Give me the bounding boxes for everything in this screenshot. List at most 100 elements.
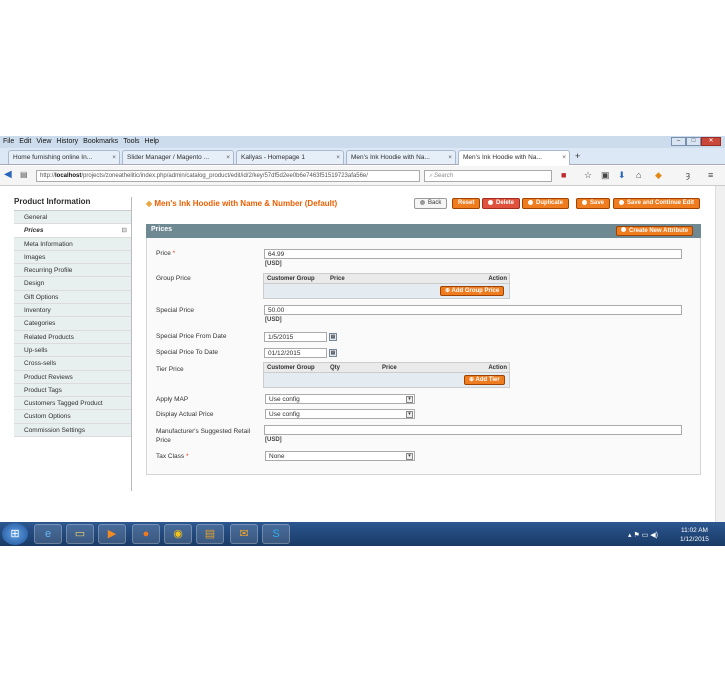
calendar-icon[interactable]: ▦ bbox=[329, 349, 337, 357]
msrp-label: Manufacturer's Suggested Retail Price bbox=[156, 428, 251, 444]
reset-button[interactable]: Reset bbox=[452, 198, 481, 209]
close-tab-icon[interactable]: × bbox=[336, 154, 340, 161]
delete-button[interactable]: Delete bbox=[482, 198, 521, 209]
network-icon[interactable]: ▭ bbox=[642, 532, 649, 539]
close-tab-icon[interactable]: × bbox=[562, 154, 566, 161]
close-tab-icon[interactable]: × bbox=[448, 154, 452, 161]
chevron-up-icon[interactable]: ▴ bbox=[628, 532, 632, 539]
url-bar[interactable]: http://localhost/projects/zoneathelitic/… bbox=[36, 170, 420, 182]
sidebar-item-product-tags[interactable]: Product Tags bbox=[14, 383, 131, 398]
price-currency: [USD] bbox=[265, 261, 282, 267]
tab-hoodie-active[interactable]: Men's Ink Hoodie with Na... × bbox=[458, 150, 570, 165]
flag-icon[interactable]: ⚑ bbox=[633, 532, 639, 539]
back-arrow-icon[interactable]: ◀ bbox=[4, 169, 12, 180]
sidebar-item-related-products[interactable]: Related Products bbox=[14, 330, 131, 344]
close-tab-icon[interactable]: × bbox=[226, 154, 230, 161]
close-tab-icon[interactable]: × bbox=[112, 154, 116, 161]
tab-bar: Home furnishing online In... × Slider Man… bbox=[0, 148, 725, 165]
new-tab-button[interactable]: + bbox=[575, 151, 580, 161]
group-price-label: Group Price bbox=[156, 275, 191, 282]
ie-icon[interactable]: e bbox=[34, 524, 62, 544]
menu-edit[interactable]: Edit bbox=[19, 138, 31, 145]
sidebar-item-images[interactable]: Images bbox=[14, 250, 131, 265]
special-from-label: Special Price From Date bbox=[156, 333, 227, 340]
price-label: Price * bbox=[156, 250, 176, 257]
add-tier-button[interactable]: ⊕ Add Tier bbox=[464, 375, 505, 385]
collapse-toggle-icon[interactable]: ⊟ bbox=[122, 224, 127, 237]
sidebar-item-up-sells[interactable]: Up-sells bbox=[14, 343, 131, 358]
explorer-icon[interactable]: ▭ bbox=[66, 524, 94, 544]
sidebar-item-categories[interactable]: Categories bbox=[14, 317, 131, 331]
tab-kallyas[interactable]: Kallyas - Homepage 1 × bbox=[236, 150, 344, 164]
save-continue-button[interactable]: Save and Continue Edit bbox=[613, 198, 701, 209]
winrar-icon[interactable]: ▤ bbox=[196, 524, 224, 544]
tier-price-label: Tier Price bbox=[156, 366, 184, 373]
page-scrollbar[interactable] bbox=[715, 186, 725, 522]
menu-history[interactable]: History bbox=[56, 138, 78, 145]
sidebar-item-inventory[interactable]: Inventory bbox=[14, 304, 131, 318]
menu-view[interactable]: View bbox=[36, 138, 51, 145]
sidebar-item-prices[interactable]: Prices ⊟ bbox=[14, 224, 131, 238]
extension-icon[interactable]: ◆ bbox=[655, 170, 662, 181]
special-to-input[interactable]: 01/12/2015 bbox=[264, 348, 327, 358]
maximize-button[interactable]: □ bbox=[686, 137, 701, 146]
bookmarks-list-icon[interactable]: ▣ bbox=[601, 170, 610, 181]
tax-class-select[interactable]: None ▾ bbox=[265, 451, 415, 461]
tab-home-furnishing[interactable]: Home furnishing online In... × bbox=[8, 150, 120, 164]
start-button[interactable]: ⊞ bbox=[2, 523, 28, 545]
sidebar-item-product-reviews[interactable]: Product Reviews bbox=[14, 370, 131, 384]
volume-icon[interactable]: ◀) bbox=[650, 532, 658, 539]
chrome-icon[interactable]: ◉ bbox=[164, 524, 192, 544]
apply-map-select[interactable]: Use config ▾ bbox=[265, 394, 415, 404]
save-button[interactable]: Save bbox=[576, 198, 611, 209]
pocket-icon[interactable]: ȝ bbox=[686, 170, 690, 180]
sidebar-item-cross-sells[interactable]: Cross-sells bbox=[14, 357, 131, 371]
sidebar-item-custom-options[interactable]: Custom Options bbox=[14, 410, 131, 424]
system-clock[interactable]: 11:02 AM 1/12/2015 bbox=[680, 526, 709, 544]
display-actual-label: Display Actual Price bbox=[156, 411, 214, 418]
duplicate-button[interactable]: Duplicate bbox=[522, 198, 570, 209]
sidebar-item-design[interactable]: Design bbox=[14, 277, 131, 291]
price-input[interactable]: 64.99 bbox=[264, 249, 682, 259]
home-icon[interactable]: ⌂ bbox=[636, 170, 641, 180]
sidebar-item-gift-options[interactable]: Gift Options bbox=[14, 290, 131, 305]
msrp-input[interactable] bbox=[264, 425, 682, 435]
tab-slider-manager[interactable]: Slider Manager / Magento ... × bbox=[122, 150, 234, 164]
menu-help[interactable]: Help bbox=[145, 138, 159, 145]
download-icon[interactable]: ⬇ bbox=[618, 170, 626, 181]
sidebar-item-general[interactable]: General bbox=[14, 211, 131, 225]
add-group-price-button[interactable]: ⊕ Add Group Price bbox=[440, 286, 505, 296]
close-window-button[interactable]: ✕ bbox=[701, 137, 721, 146]
menu-tools[interactable]: Tools bbox=[123, 138, 139, 145]
bookmark-star-icon[interactable]: ☆ bbox=[584, 170, 592, 181]
addon-icon[interactable]: ■ bbox=[561, 170, 566, 180]
firefox-icon[interactable]: ● bbox=[132, 524, 160, 544]
sidebar-item-customers-tagged[interactable]: Customers Tagged Product bbox=[14, 397, 131, 411]
create-attribute-button[interactable]: Create New Attribute bbox=[616, 226, 694, 236]
sidebar-item-recurring-profile[interactable]: Recurring Profile bbox=[14, 264, 131, 278]
browser-search-input[interactable]: ⌕ Search bbox=[424, 170, 552, 182]
special-price-input[interactable]: 50.00 bbox=[264, 305, 682, 315]
special-from-input[interactable]: 1/5/2015 bbox=[264, 332, 327, 342]
special-price-label: Special Price bbox=[156, 307, 194, 314]
display-actual-select[interactable]: Use config ▾ bbox=[265, 409, 415, 419]
sidebar-item-commission-settings[interactable]: Commission Settings bbox=[14, 423, 131, 438]
delete-icon bbox=[488, 199, 493, 205]
skype-icon[interactable]: S bbox=[262, 524, 290, 544]
product-icon: ◈ bbox=[146, 199, 153, 208]
media-player-icon[interactable]: ▶ bbox=[98, 524, 126, 544]
reader-icon[interactable]: ▤ bbox=[20, 170, 28, 179]
chevron-down-icon: ▾ bbox=[406, 453, 413, 460]
tab-hoodie-1[interactable]: Men's Ink Hoodie with Na... × bbox=[346, 150, 456, 164]
outlook-icon[interactable]: ✉ bbox=[230, 524, 258, 544]
menu-bookmarks[interactable]: Bookmarks bbox=[83, 138, 118, 145]
apply-map-label: Apply MAP bbox=[156, 396, 189, 403]
back-button[interactable]: Back bbox=[414, 198, 448, 209]
calendar-icon[interactable]: ▦ bbox=[329, 333, 337, 341]
sidebar-item-meta-information[interactable]: Meta Information bbox=[14, 237, 131, 251]
hamburger-menu-icon[interactable]: ≡ bbox=[708, 170, 713, 180]
add-icon bbox=[621, 227, 626, 232]
menu-file[interactable]: File bbox=[3, 138, 14, 145]
tier-price-header: Customer Group Qty Price Action bbox=[264, 363, 509, 373]
minimize-button[interactable]: – bbox=[671, 137, 686, 146]
